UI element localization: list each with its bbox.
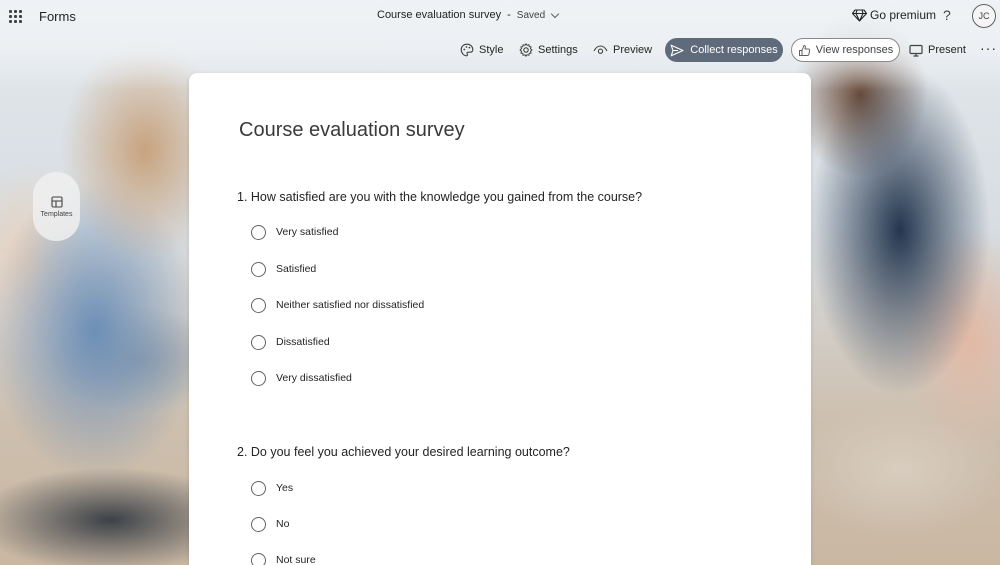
present-label: Present bbox=[928, 44, 966, 56]
view-responses-label: View responses bbox=[815, 44, 894, 56]
templates-button[interactable]: Templates bbox=[33, 172, 80, 241]
style-label: Style bbox=[479, 44, 504, 56]
option-neither[interactable]: Neither satisfied nor dissatisfied bbox=[251, 296, 424, 314]
option-label: Neither satisfied nor dissatisfied bbox=[276, 299, 425, 311]
templates-label: Templates bbox=[40, 210, 73, 218]
option-yes[interactable]: Yes bbox=[251, 479, 293, 497]
radio-button[interactable] bbox=[251, 261, 266, 277]
settings-button[interactable]: Settings bbox=[519, 38, 578, 62]
option-label: Very dissatisfied bbox=[276, 372, 352, 384]
monitor-icon bbox=[909, 44, 923, 57]
app-name[interactable]: Forms bbox=[39, 9, 76, 24]
chevron-down-icon bbox=[550, 9, 560, 18]
app-launcher-icon[interactable] bbox=[9, 10, 22, 23]
palette-icon bbox=[460, 43, 474, 57]
radio-button[interactable] bbox=[251, 297, 266, 313]
collect-responses-label: Collect responses bbox=[690, 44, 778, 56]
option-satisfied[interactable]: Satisfied bbox=[251, 260, 316, 278]
option-label: Not sure bbox=[276, 554, 316, 565]
preview-button[interactable]: Preview bbox=[593, 38, 652, 62]
thumb-chart-icon bbox=[798, 44, 810, 56]
collect-responses-button[interactable]: Collect responses bbox=[665, 38, 783, 62]
title-separator: - bbox=[507, 9, 511, 21]
template-grid-icon bbox=[50, 195, 63, 208]
option-label: Yes bbox=[276, 482, 294, 494]
option-label: Dissatisfied bbox=[276, 336, 330, 348]
question-2-text: 2. Do you feel you achieved your desired… bbox=[237, 445, 570, 459]
diamond-icon bbox=[852, 8, 867, 22]
settings-label: Settings bbox=[538, 44, 578, 56]
option-very-satisfied[interactable]: Very satisfied bbox=[251, 223, 338, 241]
go-premium-button[interactable]: Go premium bbox=[852, 8, 936, 22]
eye-icon bbox=[593, 45, 608, 54]
document-title: Course evaluation survey bbox=[377, 9, 502, 21]
radio-button[interactable] bbox=[251, 516, 266, 532]
save-status: Saved bbox=[516, 9, 546, 21]
document-title-menu[interactable]: Course evaluation survey - Saved bbox=[377, 9, 560, 21]
option-no[interactable]: No bbox=[251, 515, 289, 533]
view-responses-button[interactable]: View responses bbox=[791, 38, 900, 62]
option-very-dissatisfied[interactable]: Very dissatisfied bbox=[251, 369, 352, 387]
option-label: Satisfied bbox=[276, 263, 317, 275]
more-options-button[interactable]: ··· bbox=[980, 40, 997, 56]
option-label: Very satisfied bbox=[276, 226, 339, 238]
present-button[interactable]: Present bbox=[909, 38, 966, 62]
style-button[interactable]: Style bbox=[460, 38, 503, 62]
form-card: Course evaluation survey 1. How satisfie… bbox=[189, 73, 811, 565]
radio-button[interactable] bbox=[251, 480, 266, 496]
help-button[interactable]: ? bbox=[943, 7, 951, 23]
go-premium-label: Go premium bbox=[870, 8, 937, 22]
form-title[interactable]: Course evaluation survey bbox=[239, 119, 465, 142]
option-label: No bbox=[276, 518, 290, 530]
question-1-text: 1. How satisfied are you with the knowle… bbox=[237, 190, 643, 204]
radio-button[interactable] bbox=[251, 370, 266, 386]
preview-label: Preview bbox=[613, 44, 653, 56]
send-icon bbox=[670, 44, 684, 56]
radio-button[interactable] bbox=[251, 334, 266, 350]
avatar[interactable]: JC bbox=[972, 4, 996, 28]
gear-icon bbox=[519, 43, 533, 57]
radio-button[interactable] bbox=[251, 552, 266, 565]
radio-button[interactable] bbox=[251, 224, 266, 240]
option-dissatisfied[interactable]: Dissatisfied bbox=[251, 333, 330, 351]
option-not-sure[interactable]: Not sure bbox=[251, 551, 316, 565]
